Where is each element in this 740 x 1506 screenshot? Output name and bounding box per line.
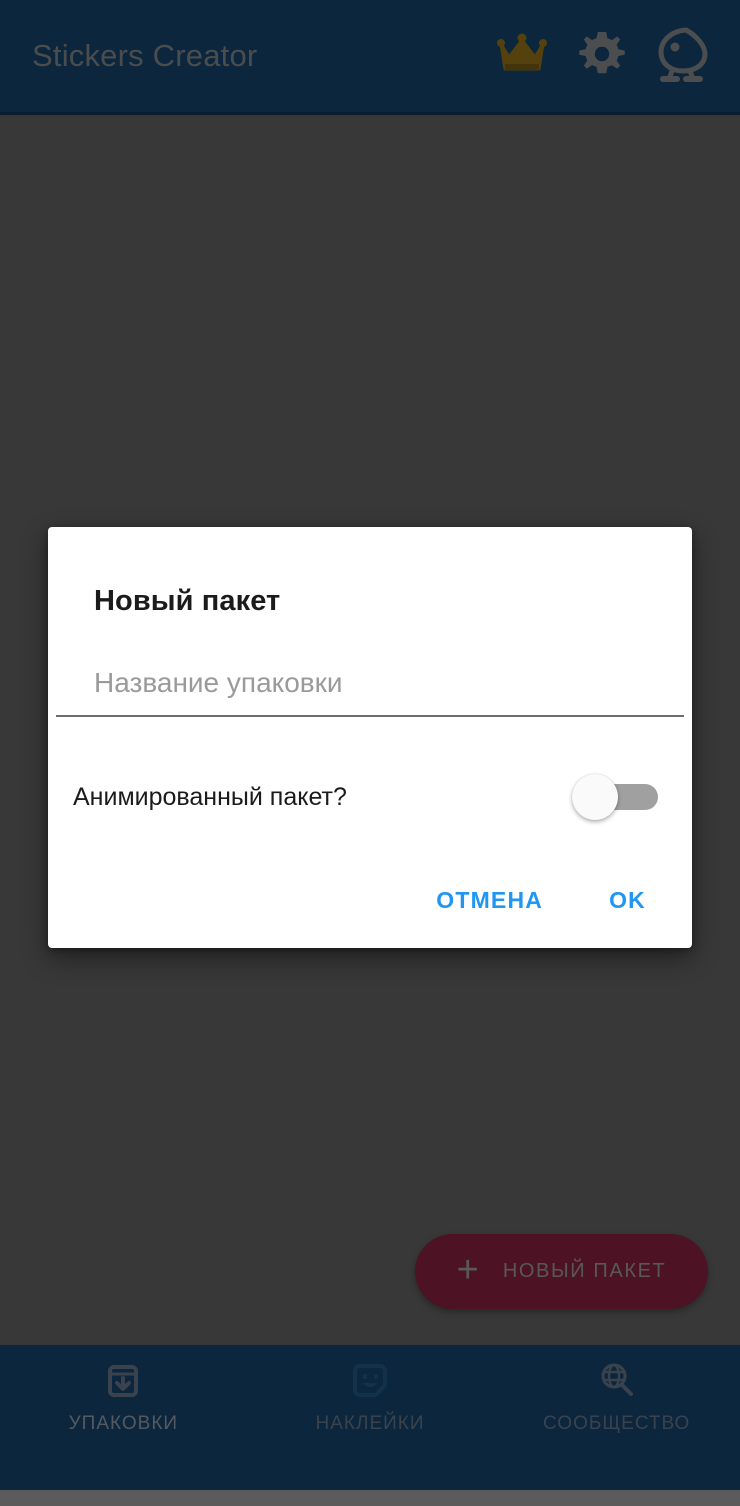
- top-app-bar-divider: [0, 112, 740, 115]
- new-pack-fab-label: НОВЫЙ ПАКЕТ: [502, 1260, 667, 1282]
- gear-icon: [577, 29, 627, 84]
- crown-icon: [495, 31, 549, 82]
- pack-name-field[interactable]: [56, 645, 684, 720]
- nav-item-community[interactable]: СООБЩЕСТВО: [493, 1345, 740, 1506]
- cancel-button[interactable]: ОТМЕНА: [414, 875, 565, 926]
- archive-download-icon: [103, 1361, 143, 1401]
- top-app-bar: Stickers Creator: [0, 0, 740, 112]
- ok-button[interactable]: OK: [587, 875, 668, 926]
- pack-name-input[interactable]: [56, 645, 684, 720]
- bottom-navigation: УПАКОВКИ НАКЛЕЙКИ СООБЩЕСТВО: [0, 1345, 740, 1490]
- animated-pack-label: Анимированный пакет?: [73, 782, 347, 811]
- bird-mascot-icon: [655, 26, 709, 87]
- sticker-face-icon: [350, 1361, 390, 1401]
- settings-button[interactable]: [562, 16, 642, 96]
- app-title: Stickers Creator: [32, 38, 258, 73]
- nav-item-packs-label: УПАКОВКИ: [68, 1413, 179, 1434]
- animated-pack-toggle[interactable]: [572, 773, 658, 821]
- nav-item-stickers-label: НАКЛЕЙКИ: [315, 1413, 425, 1434]
- toggle-thumb: [572, 774, 618, 820]
- mascot-button[interactable]: [642, 16, 722, 96]
- top-app-bar-actions: [482, 16, 722, 96]
- new-pack-fab[interactable]: + НОВЫЙ ПАКЕТ: [415, 1234, 708, 1309]
- plus-icon: +: [456, 1248, 479, 1291]
- dialog-title: Новый пакет: [94, 585, 281, 617]
- premium-crown-button[interactable]: [482, 16, 562, 96]
- pack-name-underline: [56, 715, 684, 717]
- globe-search-icon: [597, 1361, 637, 1401]
- nav-item-community-label: СООБЩЕСТВО: [543, 1413, 691, 1434]
- dialog-actions: ОТМЕНА OK: [48, 875, 692, 926]
- nav-item-packs[interactable]: УПАКОВКИ: [0, 1345, 247, 1506]
- animated-pack-row[interactable]: Анимированный пакет?: [48, 762, 692, 832]
- nav-item-stickers[interactable]: НАКЛЕЙКИ: [247, 1345, 494, 1506]
- new-pack-dialog: Новый пакет Анимированный пакет? ОТМЕНА …: [48, 527, 692, 948]
